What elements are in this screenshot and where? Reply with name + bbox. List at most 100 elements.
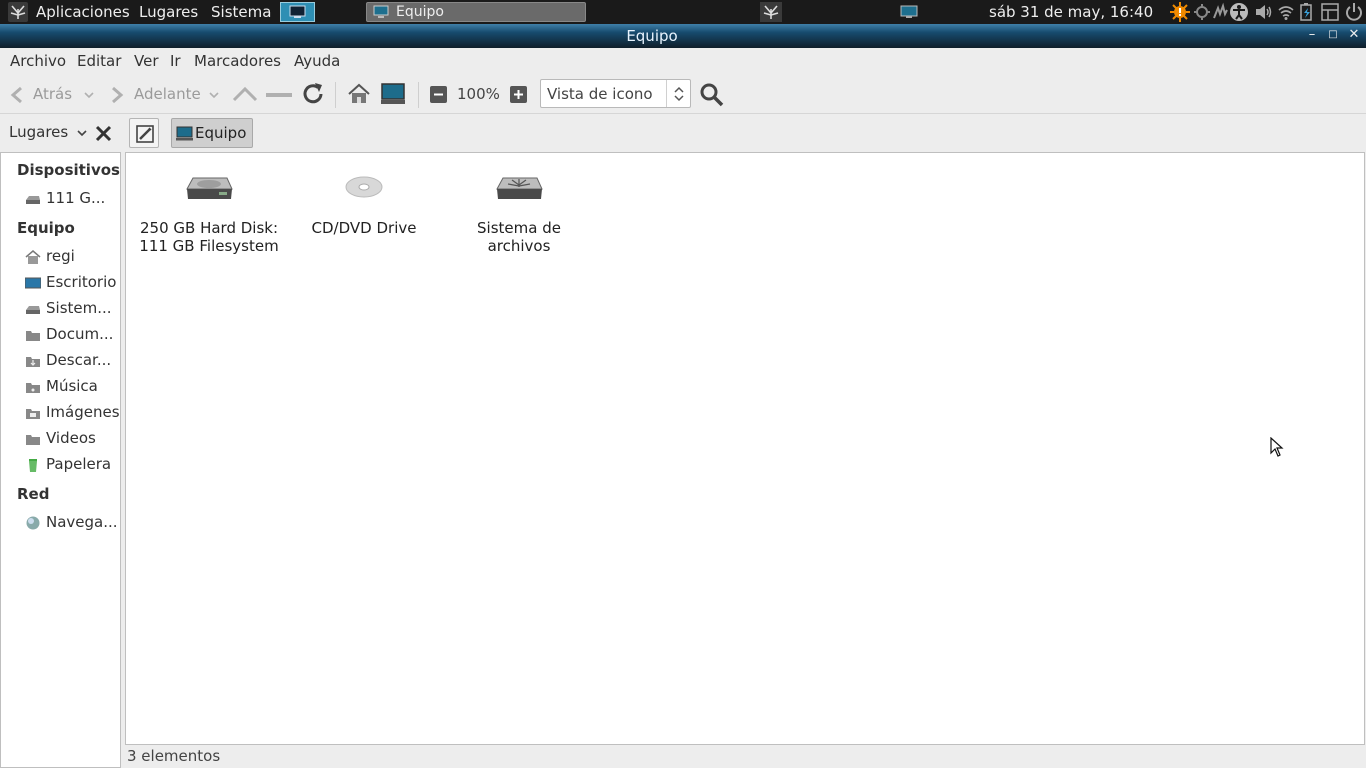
folder-icon (26, 331, 40, 341)
distro-logo-icon[interactable] (7, 1, 29, 25)
computer-icon (373, 4, 389, 25)
download-folder-icon (26, 357, 40, 367)
chevron-updown-icon (674, 86, 684, 102)
zoom-in-icon[interactable] (510, 86, 527, 103)
path-button-equipo[interactable]: Equipo (171, 118, 253, 148)
sidebar-section-network: Red (17, 485, 50, 503)
view-mode-value: Vista de icono (547, 85, 653, 103)
home-icon (25, 250, 41, 264)
battery-charging-icon[interactable] (1297, 2, 1317, 22)
volume-icon[interactable] (1254, 2, 1274, 22)
places-sidebar: Dispositivos 111 G... Equipo regi Escrit… (0, 152, 121, 768)
toggle-location-entry-button[interactable] (129, 118, 159, 148)
hard-disk-icon (186, 177, 233, 199)
search-icon[interactable] (699, 82, 725, 108)
window-titlebar[interactable]: Equipo – □ ✕ (0, 24, 1366, 48)
workspace-logo-icon[interactable] (759, 1, 783, 25)
file-item-label: 250 GB Hard Disk: 111 GB Filesystem (139, 219, 279, 255)
panel-menu-places[interactable]: Lugares (139, 0, 198, 24)
sidebar-section-devices: Dispositivos (17, 161, 120, 179)
sidebar-item-filesystem[interactable]: Sistem... (25, 298, 119, 320)
menu-ver[interactable]: Ver (134, 52, 159, 70)
menu-ayuda[interactable]: Ayuda (294, 52, 340, 70)
arrow-right-icon (112, 86, 124, 104)
network-globe-icon (26, 516, 40, 530)
window-list-icon[interactable] (1320, 2, 1340, 22)
file-item-label: CD/DVD Drive (311, 219, 417, 237)
toolbar-separator (418, 82, 419, 108)
chevron-down-icon (209, 92, 219, 99)
drive-icon (26, 196, 40, 204)
desktop-icon (25, 277, 41, 289)
sidebar-item-trash[interactable]: Papelera (25, 454, 119, 476)
file-item-label: Sistema de archivos (477, 219, 561, 255)
hand-tray-icon[interactable] (1210, 2, 1230, 22)
sidebar-item-pictures[interactable]: Imágenes (25, 402, 119, 424)
stop-icon[interactable] (266, 92, 292, 98)
window-title: Equipo (626, 27, 678, 45)
sidebar-item-label: Videos (46, 429, 96, 447)
taskbar-window-equipo[interactable]: Equipo (366, 2, 586, 22)
menu-ir[interactable]: Ir (170, 52, 181, 70)
menubar: Archivo Editar Ver Ir Marcadores Ayuda (0, 48, 1366, 74)
taskbar-window-label: Equipo (396, 4, 444, 20)
status-item-count: 3 elementos (127, 747, 221, 765)
zoom-out-icon[interactable] (430, 86, 447, 103)
panel-clock[interactable]: sáb 31 de may, 16:40 (989, 0, 1153, 24)
edit-path-icon (136, 125, 154, 143)
optical-disc-icon (345, 176, 383, 198)
trash-icon (29, 459, 37, 472)
sidebar-item-label: 111 G... (46, 189, 106, 207)
sidebar-item-downloads[interactable]: Descar... (25, 350, 119, 372)
status-bar: 3 elementos (121, 745, 1366, 768)
menu-marcadores[interactable]: Marcadores (194, 52, 281, 70)
drive-icon (26, 306, 40, 314)
sidebar-item-network[interactable]: Navega... (25, 512, 119, 534)
maximize-button[interactable]: □ (1326, 28, 1340, 42)
sidebar-item-disk[interactable]: 111 G... (25, 188, 119, 210)
sidebar-item-label: Docum... (46, 325, 114, 343)
computer-icon[interactable] (380, 82, 406, 106)
panel-menu-applications[interactable]: Aplicaciones (36, 0, 130, 24)
settings-tray-icon[interactable] (1192, 2, 1212, 22)
close-button[interactable]: ✕ (1347, 28, 1361, 42)
close-side-pane-icon[interactable] (95, 125, 112, 142)
forward-button[interactable]: Adelante (108, 80, 223, 108)
pictures-folder-icon (26, 409, 40, 419)
panel-menu-system[interactable]: Sistema (211, 0, 271, 24)
show-desktop-icon[interactable] (280, 2, 315, 26)
top-panel: Aplicaciones Lugares Sistema Equipo sáb … (0, 0, 1366, 24)
up-arrow-icon[interactable] (232, 86, 258, 102)
menu-editar[interactable]: Editar (77, 52, 121, 70)
accessibility-icon[interactable] (1228, 2, 1248, 22)
menu-archivo[interactable]: Archivo (10, 52, 66, 70)
forward-label: Adelante (134, 85, 201, 103)
sidebar-item-label: Sistem... (46, 299, 112, 317)
chevron-down-icon (84, 92, 94, 99)
update-notifier-icon[interactable] (1170, 2, 1190, 22)
toolbar-separator (335, 82, 336, 108)
videos-folder-icon (26, 435, 40, 445)
back-label: Atrás (33, 85, 73, 103)
mouse-cursor-icon (1270, 437, 1284, 457)
sidebar-item-music[interactable]: Música (25, 376, 119, 398)
reload-icon[interactable] (300, 81, 326, 107)
minimize-button[interactable]: – (1305, 28, 1319, 42)
wifi-icon[interactable] (1276, 2, 1296, 22)
zoom-level[interactable]: 100% (457, 80, 500, 108)
arrow-left-icon (10, 86, 22, 104)
sidebar-item-documents[interactable]: Docum... (25, 324, 119, 346)
home-icon[interactable] (347, 83, 371, 105)
side-pane-selector[interactable]: Lugares (9, 123, 87, 141)
view-mode-spinner[interactable] (666, 80, 690, 107)
sidebar-item-desktop[interactable]: Escritorio (25, 272, 119, 294)
back-button[interactable]: Atrás (8, 80, 100, 108)
sidebar-item-label: Papelera (46, 455, 112, 473)
side-pane-label: Lugares (9, 123, 69, 141)
sidebar-item-videos[interactable]: Videos (25, 428, 119, 450)
icon-view[interactable]: 250 GB Hard Disk: 111 GB Filesystem CD/D… (125, 152, 1365, 745)
power-icon[interactable] (1343, 2, 1363, 22)
sidebar-item-label: Música (46, 377, 98, 395)
sidebar-item-home[interactable]: regi (25, 246, 119, 268)
view-mode-select[interactable]: Vista de icono (540, 79, 691, 108)
